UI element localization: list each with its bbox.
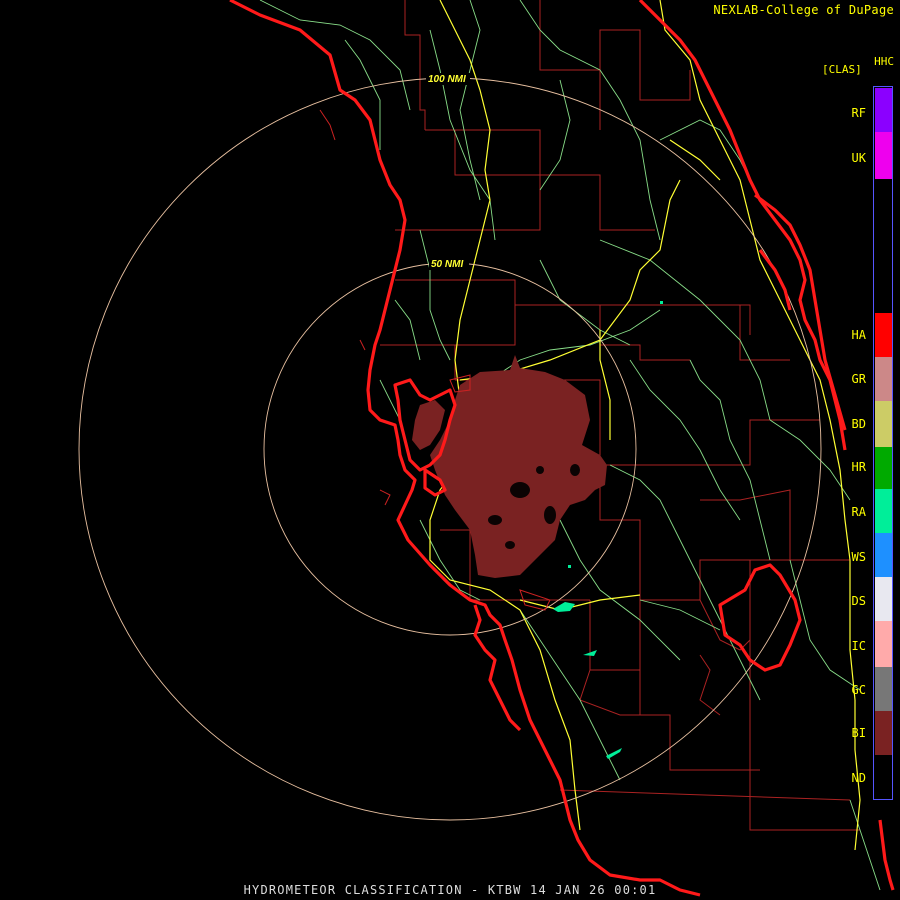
legend-swatch-ha <box>875 313 892 357</box>
legend-label-ws: WS <box>851 550 866 564</box>
legend-label-hr: HR <box>851 460 866 474</box>
credit-text: NEXLAB-College of DuPage <box>713 3 894 17</box>
legend-swatch-gc <box>875 667 892 711</box>
legend-label-uk: UK <box>851 151 866 165</box>
legend-swatch-ic <box>875 621 892 667</box>
legend-label-ds: DS <box>851 594 866 608</box>
legend-swatch-rf <box>875 88 892 132</box>
echo-bi-main <box>430 355 607 578</box>
legend-swatch-uk <box>875 132 892 179</box>
echo-ra-1 <box>553 602 575 612</box>
legend-color-bar <box>873 86 893 800</box>
range-ring-outer-label: 100 NMI <box>428 74 466 85</box>
legend-label-gc: GC <box>851 683 866 697</box>
radar-map: 100 NMI 50 NMI <box>78 0 895 897</box>
legend-swatch-ws <box>875 533 892 577</box>
legend-label-ha: HA <box>851 328 866 342</box>
legend-units: [CLAS] <box>822 63 862 76</box>
legend-swatch-gr <box>875 357 892 401</box>
legend-swatch-ra <box>875 489 892 533</box>
legend-label-ic: IC <box>851 639 866 653</box>
legend-label-ra: RA <box>851 505 866 519</box>
legend-swatch-ds <box>875 577 892 621</box>
range-ring-inner-label: 50 NMI <box>431 259 463 270</box>
legend-swatch-bi <box>875 711 892 755</box>
legend-label-rf: RF <box>851 106 866 120</box>
product-title-footer: HYDROMETEOR CLASSIFICATION - KTBW 14 JAN… <box>243 883 657 897</box>
legend-label-bd: BD <box>851 417 866 431</box>
legend-label-bi: BI <box>851 726 866 740</box>
echo-ra-3 <box>606 748 622 759</box>
legend-label-nd: ND <box>851 771 866 785</box>
legend-label-gr: GR <box>851 372 866 386</box>
legend-swatch-bd <box>875 401 892 447</box>
product-code: HHC <box>874 55 894 68</box>
legend-swatch-hr <box>875 447 892 489</box>
